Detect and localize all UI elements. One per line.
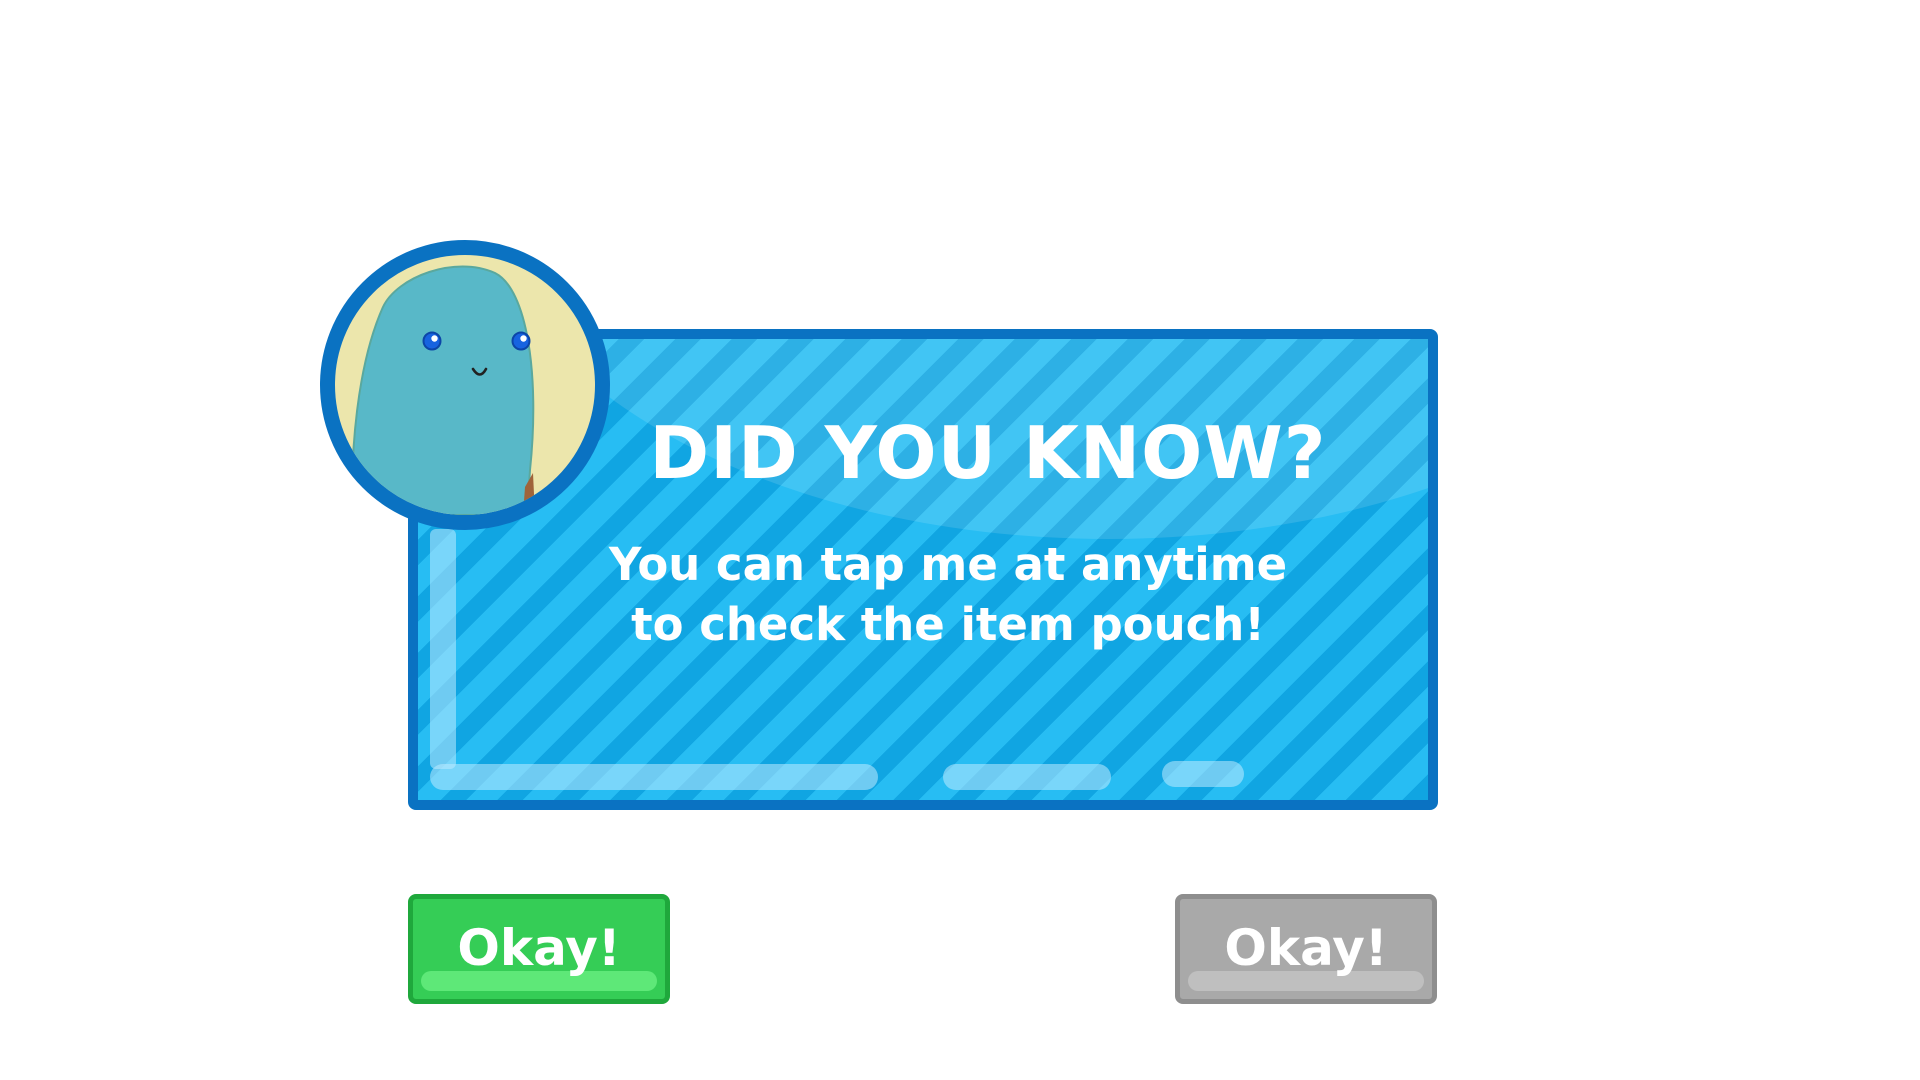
character-avatar[interactable] — [320, 240, 610, 530]
blue-blob-character-icon — [351, 265, 535, 515]
panel-glass-bar — [430, 764, 878, 790]
tip-message-line: You can tap me at anytime — [608, 538, 1288, 591]
panel-glass-bar — [1162, 761, 1244, 787]
tip-message-line: to check the item pouch! — [631, 598, 1265, 651]
okay-button-disabled[interactable]: Okay! — [1175, 894, 1437, 1004]
okay-button-label: Okay! — [457, 919, 621, 977]
tip-message: You can tap me at anytime to check the i… — [418, 535, 1428, 655]
panel-glass-bar — [943, 764, 1111, 790]
okay-button[interactable]: Okay! — [408, 894, 670, 1004]
tip-screen: DID YOU KNOW? You can tap me at anytime … — [0, 0, 1920, 1080]
okay-button-label: Okay! — [1224, 919, 1388, 977]
